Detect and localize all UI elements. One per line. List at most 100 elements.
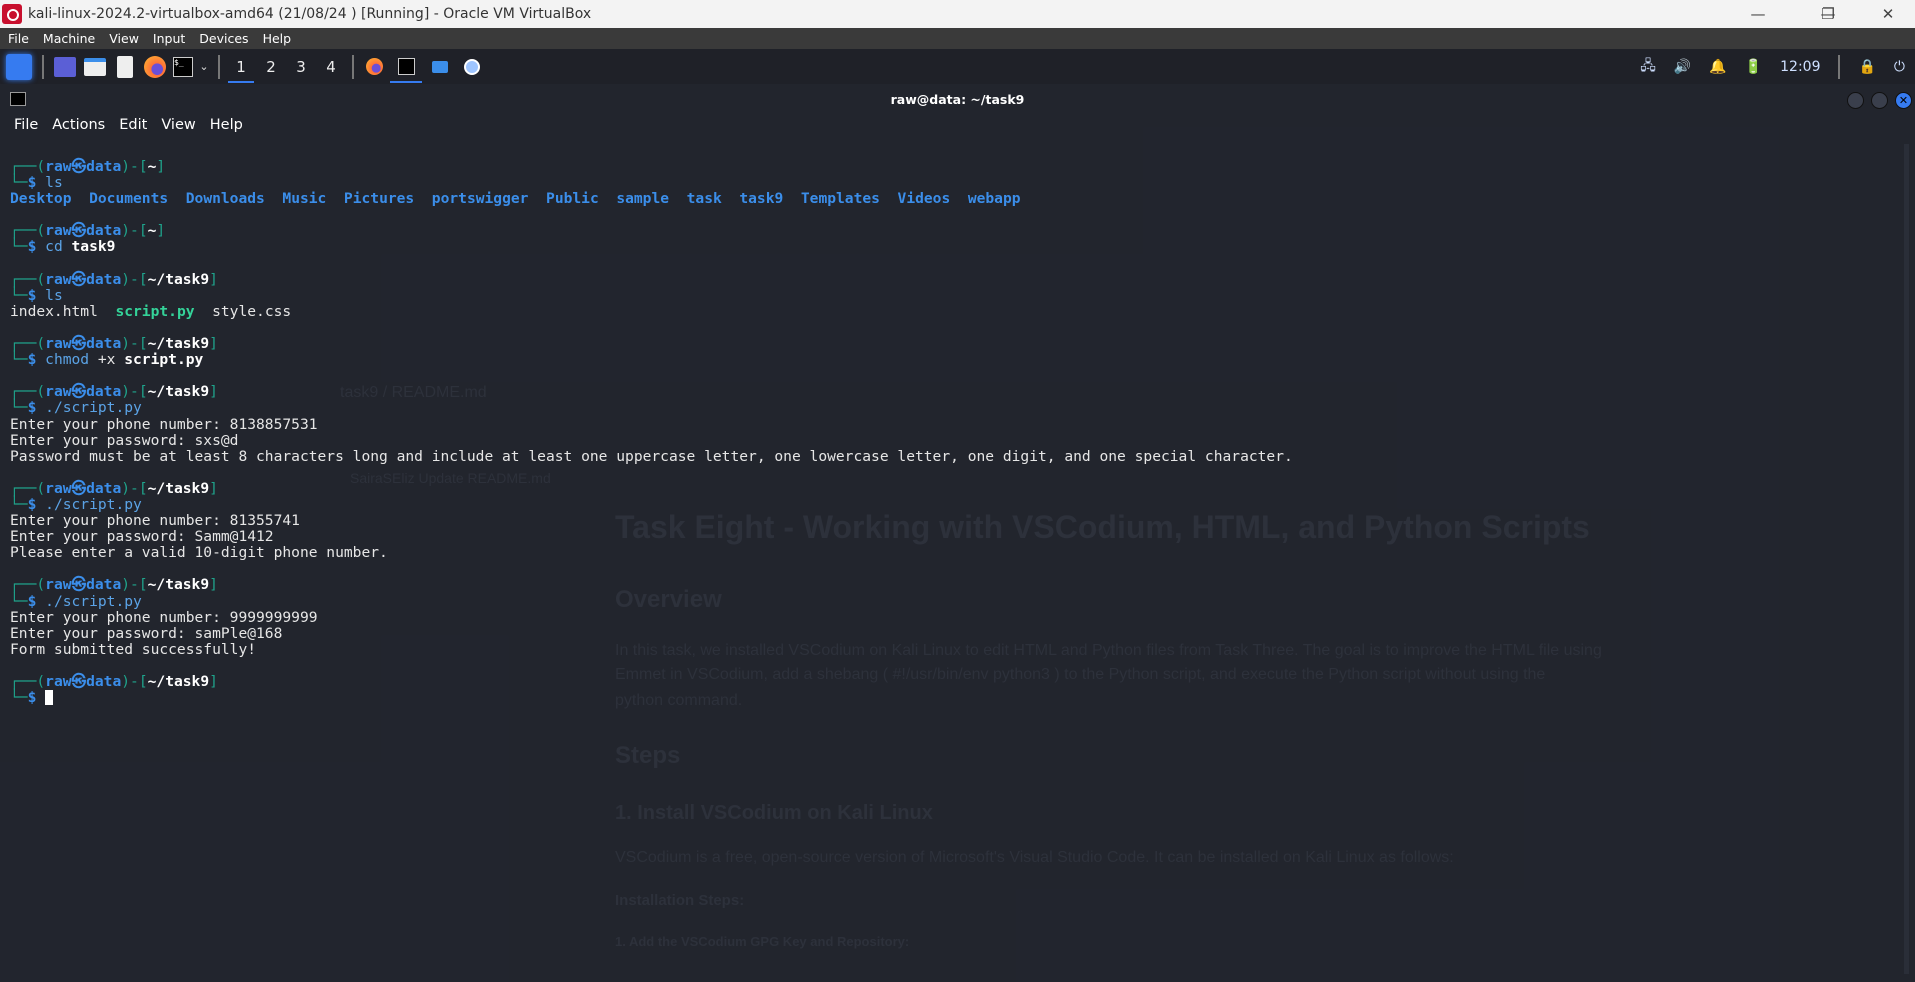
terminal-scrollbar[interactable] — [1904, 144, 1909, 974]
terminal-menu-view[interactable]: View — [161, 117, 195, 133]
text-cursor — [45, 690, 54, 706]
firefox-icon[interactable] — [140, 49, 170, 84]
terminal-text: ./script.py — [36, 592, 142, 610]
chevron-down-icon[interactable]: ⌄ — [196, 49, 212, 84]
terminal-close-button[interactable]: ✕ — [1895, 92, 1912, 109]
folder-task-icon[interactable] — [424, 49, 456, 84]
terminal-text: ┌──( — [10, 335, 46, 353]
terminal-text: ] — [156, 222, 166, 240]
readme-step1: 1. Install VSCodium on Kali Linux — [615, 802, 933, 824]
menu-input[interactable]: Input — [153, 31, 185, 46]
menu-view[interactable]: View — [109, 31, 139, 46]
terminal-line: └─$ ls — [10, 286, 1293, 304]
terminal-text: └─ — [10, 689, 28, 707]
readme-steps: Steps — [615, 742, 681, 769]
terminal-text: Documents — [89, 190, 169, 208]
terminal-text: chmod — [36, 351, 90, 369]
terminal-task-icon[interactable] — [388, 49, 424, 84]
battery-icon[interactable]: 🔋 — [1745, 59, 1762, 75]
firefox-task-icon[interactable] — [360, 49, 388, 84]
text-editor-icon[interactable] — [110, 49, 140, 84]
terminal-text: script.py — [115, 351, 204, 369]
terminal-text: ] — [209, 270, 218, 288]
app-task-icon[interactable] — [456, 49, 488, 84]
show-desktop-icon[interactable] — [50, 49, 80, 84]
terminal-text: └─ — [10, 286, 28, 304]
terminal-line: └─$ ./script.py — [10, 496, 1293, 513]
menu-help[interactable]: Help — [263, 31, 292, 46]
terminal-text: ~/task9 — [147, 335, 210, 353]
terminal-text: raw㉿data — [45, 222, 122, 240]
readme-substep: 1. Add the VSCodium GPG Key and Reposito… — [615, 934, 910, 949]
terminal-menu-help[interactable]: Help — [210, 117, 243, 133]
terminal-line: └─$ ls — [10, 175, 1293, 191]
terminal-minimize-button[interactable] — [1847, 92, 1864, 109]
divider — [352, 54, 354, 79]
terminal-line: Please enter a valid 10-digit phone numb… — [10, 545, 1293, 561]
file-manager-icon[interactable] — [80, 49, 110, 84]
terminal-menubar: File Actions Edit View Help — [14, 117, 243, 133]
system-tray: 🖧 🔊 🔔 🔋 12:09 🔒 ⏻ — [1640, 49, 1915, 84]
terminal-text: raw㉿data — [45, 576, 122, 594]
terminal-text: └─ — [10, 238, 28, 256]
virtualbox-logo-icon — [2, 4, 22, 24]
terminal-line: Enter your phone number: 81355741 — [10, 513, 1293, 529]
workspace-2[interactable]: 2 — [256, 49, 286, 84]
terminal-text: )-[ — [121, 270, 148, 288]
terminal-launcher-icon[interactable]: $_ — [170, 49, 196, 84]
terminal-text: index.html — [10, 302, 98, 320]
menu-machine[interactable]: Machine — [43, 31, 95, 46]
terminal-text: )-[ — [121, 158, 148, 175]
terminal-text: raw㉿data — [45, 270, 122, 288]
menu-devices[interactable]: Devices — [199, 31, 248, 46]
terminal-text: sample — [616, 190, 670, 208]
terminal-text: Enter your password: Samm@1412 — [10, 528, 274, 546]
terminal-menu-actions[interactable]: Actions — [52, 117, 105, 133]
workspace-1[interactable]: 1 — [226, 49, 256, 84]
terminal-text: └─ — [10, 351, 28, 369]
terminal-text: └─ — [10, 592, 28, 610]
workspace-4[interactable]: 4 — [316, 49, 346, 84]
terminal-window[interactable]: task9 / README.md SairaSEliz Update READ… — [0, 84, 1915, 982]
terminal-maximize-button[interactable] — [1871, 92, 1888, 109]
workspace-3[interactable]: 3 — [286, 49, 316, 84]
terminal-line: └─$ chmod +x script.py — [10, 352, 1293, 368]
terminal-menu-edit[interactable]: Edit — [119, 117, 147, 133]
notification-bell-icon[interactable]: 🔔 — [1709, 59, 1726, 75]
terminal-text: Music — [282, 190, 327, 208]
terminal-text: ┌──( — [10, 673, 46, 690]
terminal-line: ┌──(raw㉿data)-[~] — [10, 158, 1293, 175]
minimize-button[interactable]: — — [1735, 0, 1781, 28]
restore-button[interactable]: ❐ — [1805, 0, 1851, 28]
terminal-text: Templates — [800, 190, 880, 208]
terminal-text: └─ — [10, 399, 28, 417]
terminal-line: ┌──(raw㉿data)-[~/task9] — [10, 384, 1293, 400]
terminal-text: ./script.py — [36, 399, 142, 417]
terminal-text: Downloads — [185, 190, 265, 208]
kali-menu-icon[interactable] — [2, 49, 36, 84]
logout-icon[interactable]: ⏻ — [1894, 59, 1905, 75]
terminal-text: )-[ — [121, 673, 148, 690]
terminal-text: ] — [209, 383, 218, 401]
menu-file[interactable]: File — [8, 31, 29, 46]
lock-icon[interactable]: 🔒 — [1858, 59, 1875, 75]
close-button[interactable]: ✕ — [1865, 0, 1911, 28]
terminal-text: +x — [89, 351, 116, 369]
terminal-output[interactable]: ┌──(raw㉿data)-[~] └─$ ls Desktop Documents… — [10, 158, 1293, 707]
terminal-menu-file[interactable]: File — [14, 117, 38, 133]
terminal-text: ~/task9 — [147, 270, 210, 288]
network-icon[interactable]: 🖧 — [1640, 55, 1656, 79]
terminal-text: Public — [546, 190, 599, 208]
volume-icon[interactable]: 🔊 — [1674, 59, 1691, 75]
terminal-text: script.py — [115, 302, 195, 320]
clock[interactable]: 12:09 — [1780, 59, 1820, 75]
terminal-line: Enter your phone number: 8138857531 — [10, 416, 1293, 433]
readme-install: Installation Steps: — [615, 892, 745, 909]
terminal-text: Enter your phone number: 81355741 — [10, 512, 300, 530]
